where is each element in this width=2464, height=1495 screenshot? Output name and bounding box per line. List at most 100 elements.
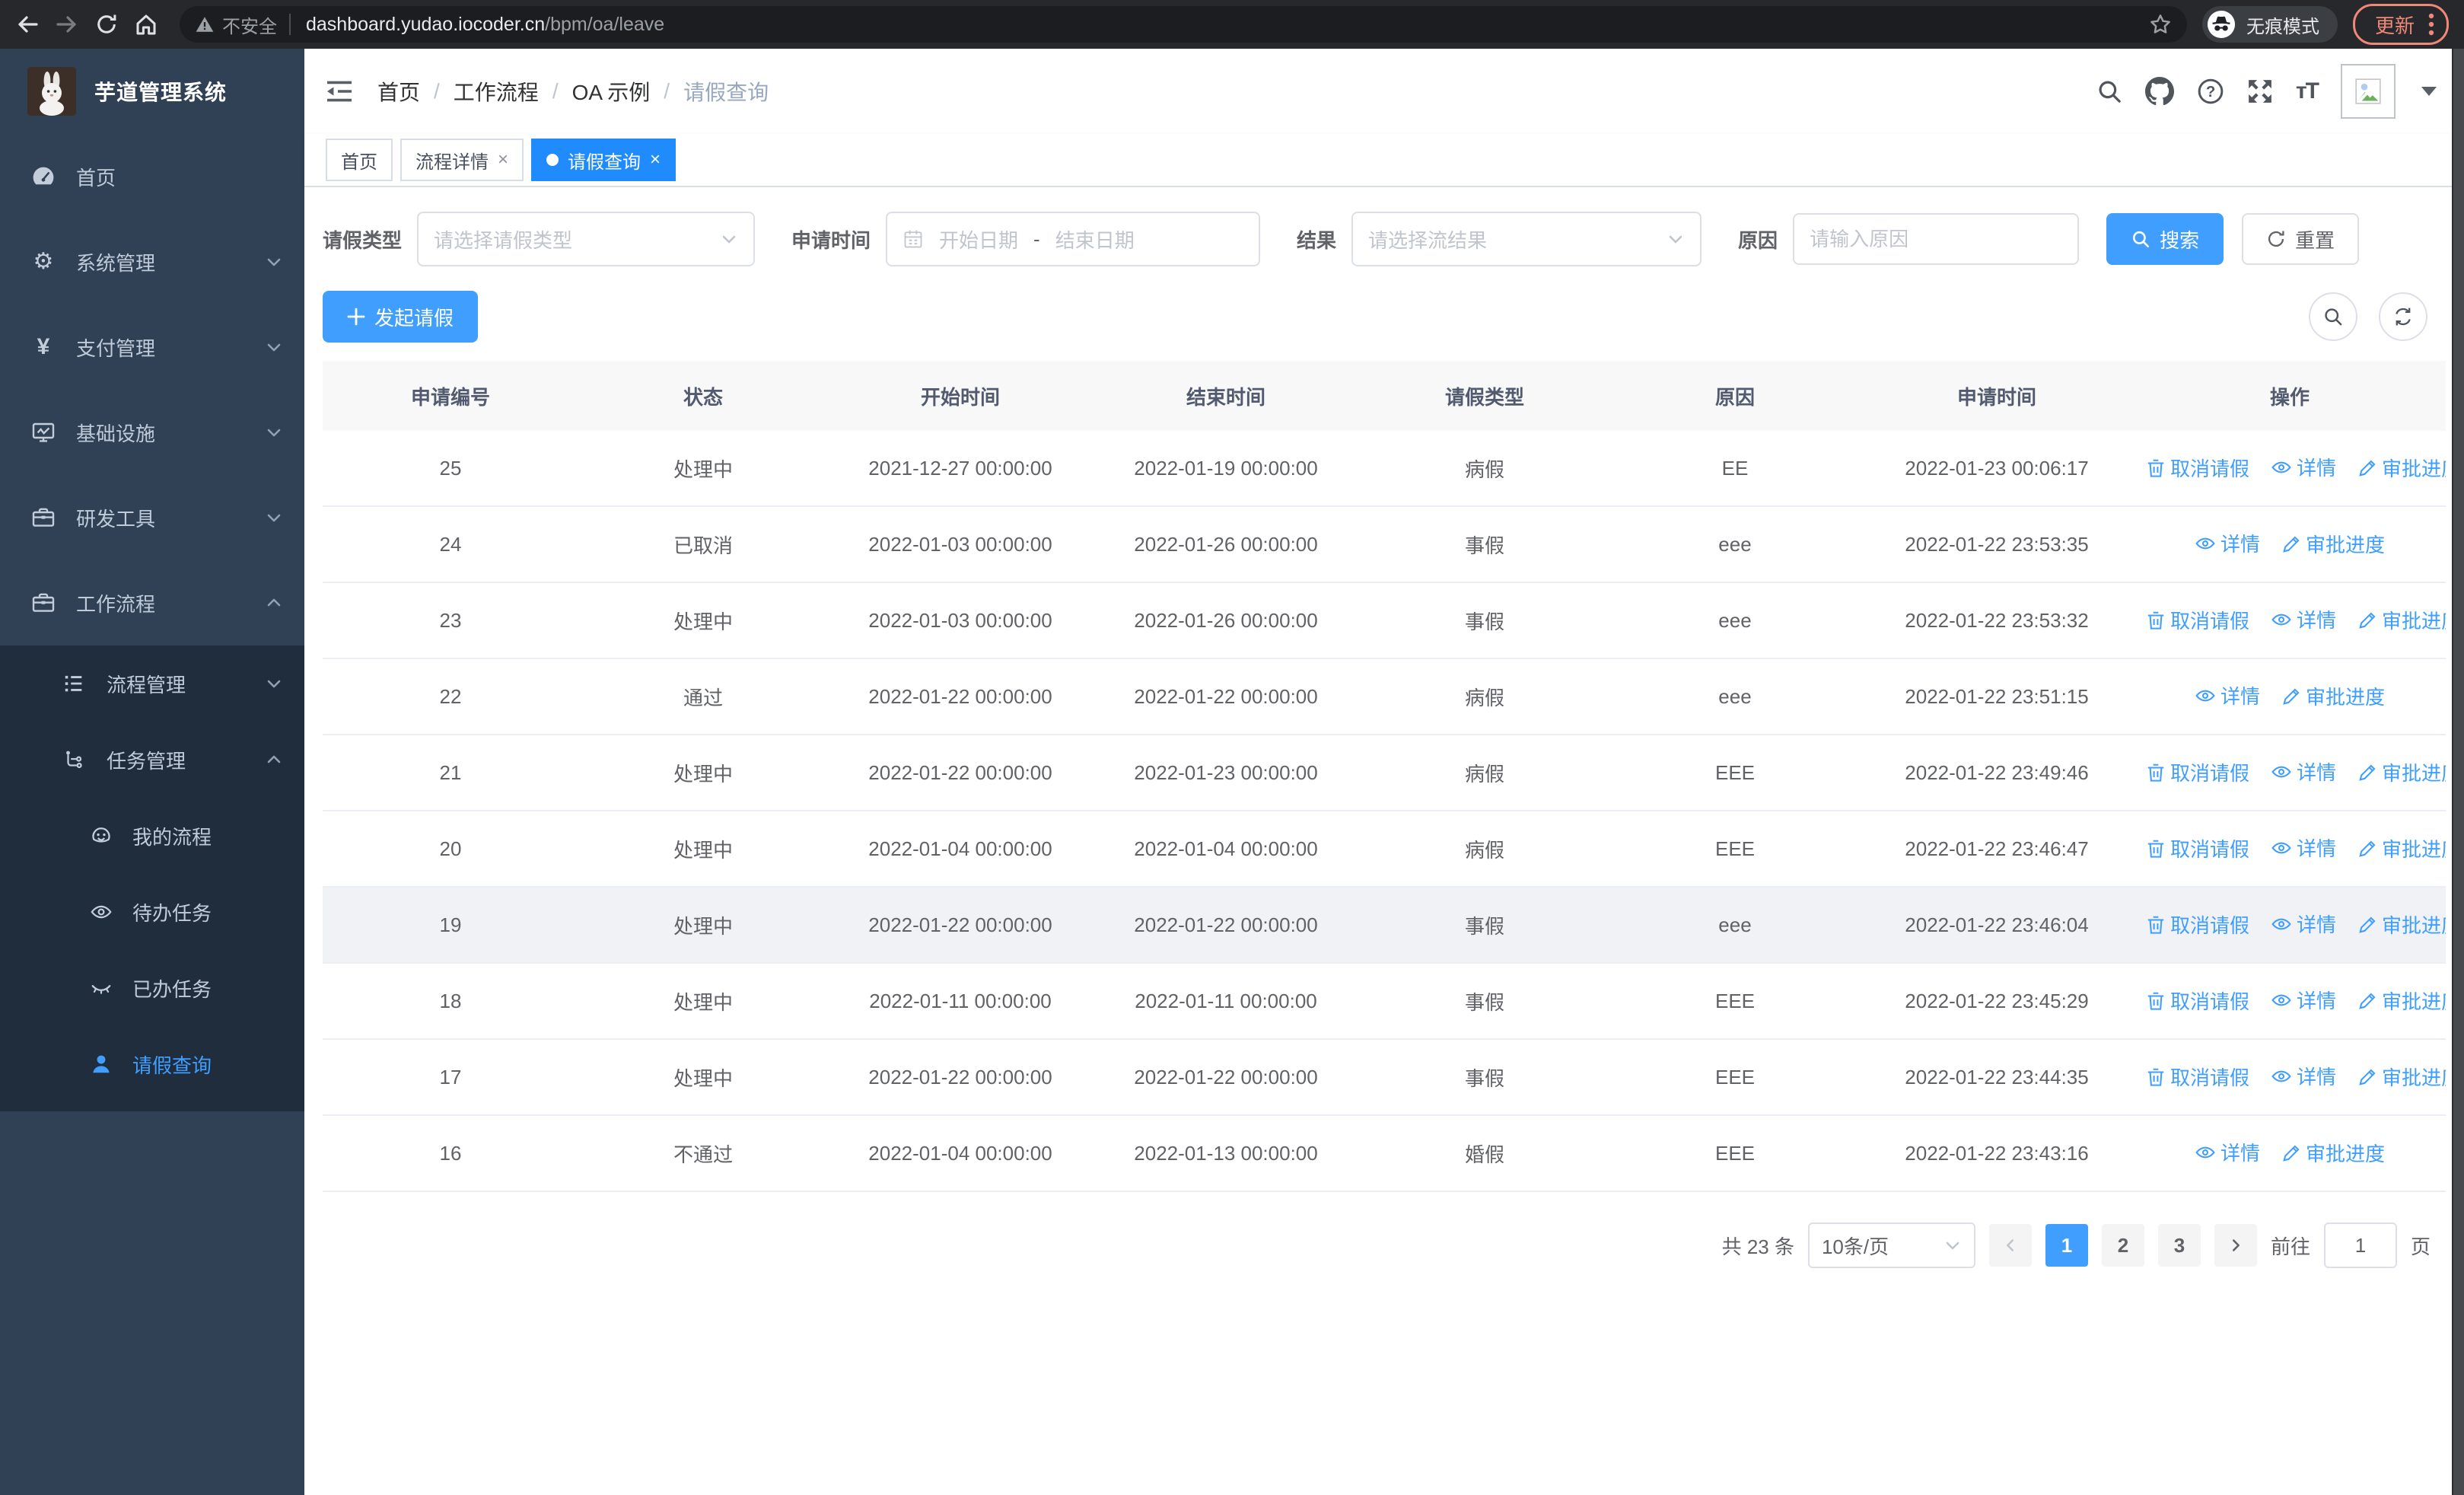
- reason-input[interactable]: [1793, 213, 2080, 265]
- close-icon[interactable]: ×: [498, 151, 508, 169]
- tab-home[interactable]: 首页: [326, 139, 393, 181]
- edit-icon: [2281, 534, 2301, 554]
- progress-link[interactable]: 审批进度: [2357, 910, 2446, 939]
- progress-link[interactable]: 审批进度: [2281, 1139, 2385, 1167]
- detail-link[interactable]: 详情: [2271, 1062, 2336, 1090]
- sidebar-item-todo-tasks[interactable]: 待办任务: [0, 874, 304, 950]
- kebab-menu-icon[interactable]: [2428, 12, 2434, 37]
- cell-reason: EEE: [1610, 963, 1860, 1040]
- page-size-select[interactable]: 10条/页: [1807, 1222, 1975, 1268]
- scrollbar[interactable]: [2452, 49, 2464, 1495]
- sidebar-item-system-management[interactable]: ⚙ 系统管理: [0, 219, 304, 304]
- detail-link[interactable]: 详情: [2271, 757, 2336, 786]
- reset-button[interactable]: 重置: [2242, 213, 2360, 265]
- url-bar[interactable]: 不安全 dashboard.yudao.iocoder.cn/bpm/oa/le…: [180, 6, 2187, 43]
- create-leave-button[interactable]: 发起请假: [323, 291, 479, 343]
- plus-icon: [347, 308, 365, 326]
- detail-link[interactable]: 详情: [2271, 453, 2336, 481]
- cancel-leave-link[interactable]: 取消请假: [2146, 758, 2249, 786]
- detail-link[interactable]: 详情: [2271, 910, 2336, 938]
- update-button[interactable]: 更新: [2352, 4, 2449, 45]
- dashboard-icon: [30, 164, 56, 190]
- next-page-button[interactable]: [2214, 1224, 2257, 1267]
- breadcrumb-item[interactable]: OA 示例: [572, 76, 651, 107]
- table-search-toggle-button[interactable]: [2309, 292, 2357, 341]
- detail-link[interactable]: 详情: [2271, 986, 2336, 1014]
- cell-end: 2022-01-22 00:00:00: [1093, 658, 1359, 735]
- result-select[interactable]: 请选择流结果: [1351, 212, 1702, 266]
- cell-end: 2022-01-23 00:00:00: [1093, 735, 1359, 811]
- sidebar-collapse-icon[interactable]: [326, 79, 353, 104]
- cancel-leave-link[interactable]: 取消请假: [2146, 1063, 2249, 1091]
- cancel-leave-link[interactable]: 取消请假: [2146, 454, 2249, 482]
- chevron-right-icon: [2232, 1239, 2240, 1251]
- detail-link[interactable]: 详情: [2195, 1138, 2260, 1166]
- detail-link[interactable]: 详情: [2195, 681, 2260, 709]
- cell-end: 2022-01-22 00:00:00: [1093, 887, 1359, 964]
- tab-process-detail[interactable]: 流程详情 ×: [400, 139, 524, 181]
- cancel-leave-link[interactable]: 取消请假: [2146, 987, 2249, 1015]
- page-button-2[interactable]: 2: [2101, 1224, 2144, 1267]
- sidebar: 芋道管理系统 首页 ⚙ 系统管理 ¥ 支付管理 基础设施 研发工具 工作流程 流程管理 任务管理我…: [0, 49, 304, 1495]
- cell-end: 2022-01-22 00:00:00: [1093, 1039, 1359, 1116]
- table-refresh-button[interactable]: [2379, 292, 2427, 341]
- home-icon[interactable]: [128, 6, 164, 43]
- cell-id: 20: [323, 811, 578, 888]
- apply-time-range-picker[interactable]: 开始日期 - 结束日期: [886, 212, 1261, 266]
- fullscreen-icon[interactable]: [2247, 78, 2273, 104]
- tab-leave-query[interactable]: 请假查询 ×: [531, 139, 676, 181]
- cell-reason: eee: [1610, 582, 1860, 659]
- cell-actions: 取消请假详情审批进度: [2134, 431, 2446, 507]
- github-icon[interactable]: [2144, 77, 2174, 106]
- cancel-leave-link[interactable]: 取消请假: [2146, 834, 2249, 862]
- avatar-caret-icon[interactable]: [2421, 87, 2437, 96]
- sidebar-item-home[interactable]: 首页: [0, 134, 304, 219]
- breadcrumb-item[interactable]: 首页: [377, 76, 420, 107]
- progress-link[interactable]: 审批进度: [2281, 682, 2385, 710]
- sidebar-item-payment-management[interactable]: ¥ 支付管理: [0, 304, 304, 390]
- sidebar-item-leave-query[interactable]: 请假查询: [0, 1026, 304, 1102]
- page-button-1[interactable]: 1: [2045, 1224, 2088, 1267]
- reload-icon[interactable]: [88, 6, 125, 43]
- bookmark-star-icon[interactable]: [2149, 13, 2172, 36]
- avatar[interactable]: [2341, 64, 2396, 119]
- sidebar-item-my-process[interactable]: 我的流程: [0, 798, 304, 874]
- help-icon[interactable]: ?: [2197, 78, 2224, 105]
- goto-page-input[interactable]: [2323, 1222, 2397, 1268]
- refresh-icon: [2396, 308, 2411, 326]
- sidebar-item-done-tasks[interactable]: 已办任务: [0, 950, 304, 1026]
- prev-page-button[interactable]: [1988, 1224, 2032, 1267]
- cancel-leave-link[interactable]: 取消请假: [2146, 910, 2249, 939]
- edit-icon: [2357, 839, 2377, 859]
- sidebar-item-workflow[interactable]: 工作流程: [0, 560, 304, 645]
- sidebar-item-task-management[interactable]: 任务管理: [0, 722, 304, 798]
- detail-link[interactable]: 详情: [2195, 529, 2260, 557]
- back-icon[interactable]: [9, 6, 46, 43]
- cancel-leave-link[interactable]: 取消请假: [2146, 606, 2249, 634]
- detail-link[interactable]: 详情: [2271, 834, 2336, 862]
- detail-link[interactable]: 详情: [2271, 605, 2336, 633]
- progress-link[interactable]: 审批进度: [2357, 834, 2446, 862]
- cell-reason: EE: [1610, 431, 1860, 507]
- sidebar-item-infrastructure[interactable]: 基础设施: [0, 390, 304, 475]
- edit-icon: [2357, 1067, 2377, 1087]
- font-size-icon[interactable]: ᴛT: [2296, 78, 2319, 104]
- search-icon[interactable]: [2096, 78, 2122, 104]
- progress-link[interactable]: 审批进度: [2281, 530, 2385, 558]
- forward-icon[interactable]: [49, 6, 85, 43]
- sidebar-item-dev-tools[interactable]: 研发工具: [0, 475, 304, 560]
- page-button-3[interactable]: 3: [2157, 1224, 2201, 1267]
- close-icon[interactable]: ×: [650, 151, 661, 169]
- search-button[interactable]: 搜索: [2106, 213, 2224, 265]
- trash-icon: [2146, 839, 2166, 859]
- sidebar-item-process-management[interactable]: 流程管理: [0, 645, 304, 722]
- progress-link[interactable]: 审批进度: [2357, 987, 2446, 1015]
- incognito-badge: 无痕模式: [2201, 6, 2338, 43]
- leave-type-select[interactable]: 请选择请假类型: [417, 212, 756, 266]
- progress-link[interactable]: 审批进度: [2357, 758, 2446, 786]
- progress-link[interactable]: 审批进度: [2357, 606, 2446, 634]
- progress-link[interactable]: 审批进度: [2357, 1063, 2446, 1091]
- eye-icon: [2195, 1142, 2216, 1163]
- breadcrumb-item[interactable]: 工作流程: [454, 76, 539, 107]
- progress-link[interactable]: 审批进度: [2357, 454, 2446, 482]
